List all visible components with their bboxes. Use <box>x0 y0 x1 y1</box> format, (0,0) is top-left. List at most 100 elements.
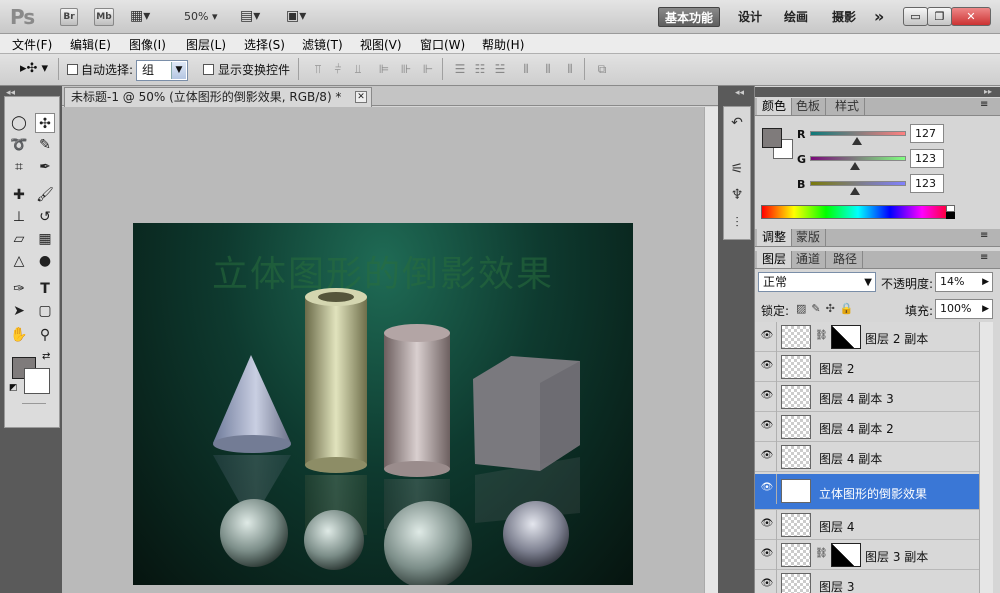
layer-row[interactable]: 👁 图层 4 副本 3 <box>755 382 979 412</box>
link-icon[interactable]: ⛓ <box>815 330 828 341</box>
document-tab[interactable]: 未标题-1 @ 50% (立体图形的倒影效果, RGB/8) * ✕ <box>64 87 372 107</box>
screen-mode-icon[interactable]: ▣▾ <box>286 8 306 24</box>
spectrum-black-swatch[interactable] <box>946 212 955 219</box>
layer-row[interactable]: 👁 ⛓ 图层 3 副本 <box>755 540 979 570</box>
brush-presets-icon[interactable]: ⚟ <box>727 158 747 180</box>
g-slider-thumb[interactable] <box>850 162 860 170</box>
layer-row[interactable]: 👁 ⛓ 图层 2 副本 <box>755 322 979 352</box>
lasso-tool-icon[interactable]: ➰ <box>9 135 29 155</box>
blend-mode-dropdown[interactable]: 正常 ▼ <box>758 272 876 292</box>
close-icon[interactable]: ✕ <box>355 91 367 103</box>
distribute-top-icon[interactable]: ☰ <box>452 62 468 76</box>
panel-menu-icon[interactable]: ≡ <box>980 252 988 263</box>
zoom-level[interactable]: 50% ▾ <box>184 10 217 23</box>
zoom-tool-icon[interactable]: ⚲ <box>35 325 55 345</box>
background-color-swatch[interactable] <box>24 368 50 394</box>
type-tool-icon[interactable]: T <box>35 279 55 299</box>
swap-colors-icon[interactable]: ⇄ <box>42 351 50 362</box>
lock-icons[interactable]: ▨✎✣🔒 <box>796 302 859 315</box>
tab-adjustments[interactable]: 调整 <box>757 229 793 246</box>
visibility-cell[interactable]: 👁 <box>755 570 777 593</box>
eye-icon[interactable]: 👁 <box>760 549 774 559</box>
color-spectrum-bar[interactable] <box>761 205 955 219</box>
default-colors-icon[interactable]: ◩ <box>9 383 18 393</box>
hand-tool-icon[interactable]: ✋ <box>9 325 29 345</box>
bridge-button[interactable]: Br <box>60 8 78 26</box>
dodge-tool-icon[interactable]: ● <box>35 251 55 271</box>
gradient-tool-icon[interactable]: ▦ <box>35 229 55 249</box>
history-panel-icon[interactable]: ↶ <box>727 112 747 134</box>
b-value-input[interactable]: 123 <box>910 174 944 193</box>
collapse-dock-icon[interactable]: ◂◂ <box>735 88 744 98</box>
view-extras-icon[interactable]: ▦▾ <box>130 8 150 24</box>
visibility-cell[interactable]: 👁 <box>755 412 777 442</box>
menu-window[interactable]: 窗口(W) <box>420 36 465 53</box>
layer-row[interactable]: 👁 T 立体图形的倒影效果 <box>755 474 979 510</box>
visibility-cell[interactable]: 👁 <box>755 442 777 472</box>
menu-file[interactable]: 文件(F) <box>12 36 52 53</box>
eye-icon[interactable]: 👁 <box>760 519 774 529</box>
align-top-icon[interactable]: ⫪ <box>310 62 326 76</box>
visibility-cell[interactable]: 👁 <box>755 382 777 412</box>
menu-layer[interactable]: 图层(L) <box>186 36 226 53</box>
clone-stamp-tool-icon[interactable]: ⊥ <box>9 207 29 227</box>
restore-button[interactable]: ❐ <box>927 7 952 26</box>
b-slider[interactable] <box>810 181 906 186</box>
align-bottom-icon[interactable]: ⫫ <box>350 62 366 76</box>
move-tool-icon[interactable]: ✣ <box>35 113 55 133</box>
eye-icon[interactable]: 👁 <box>760 579 774 589</box>
character-panel-icon[interactable]: ⫶ <box>727 212 747 234</box>
marquee-tool-icon[interactable]: ◯ <box>9 113 29 133</box>
r-value-input[interactable]: 127 <box>910 124 944 143</box>
b-slider-thumb[interactable] <box>850 187 860 195</box>
workspace-design[interactable]: 设计 <box>732 7 768 27</box>
arrange-documents-icon[interactable]: ▤▾ <box>240 8 260 24</box>
layer-row[interactable]: 👁 图层 4 副本 <box>755 442 979 472</box>
align-right-icon[interactable]: ⊩ <box>420 62 436 76</box>
history-brush-tool-icon[interactable]: ↺ <box>35 207 55 227</box>
tab-masks[interactable]: 蒙版 <box>791 229 827 246</box>
panel-menu-icon[interactable]: ≡ <box>980 230 988 241</box>
visibility-cell[interactable]: 👁 <box>755 474 777 504</box>
layer-row[interactable]: 👁 图层 2 <box>755 352 979 382</box>
crop-tool-icon[interactable]: ⌗ <box>9 157 29 177</box>
workspace-essentials[interactable]: 基本功能 <box>658 7 721 27</box>
auto-select-dropdown[interactable]: 组 ▼ <box>136 60 188 81</box>
g-value-input[interactable]: 123 <box>910 149 944 168</box>
layers-scrollbar[interactable] <box>979 322 993 593</box>
tab-styles[interactable]: 样式 <box>830 98 866 115</box>
visibility-cell[interactable]: 👁 <box>755 540 777 570</box>
minibridge-button[interactable]: Mb <box>94 8 114 26</box>
layer-row[interactable]: 👁 图层 3 <box>755 570 979 593</box>
auto-align-layers-icon[interactable]: ⧉ <box>594 62 610 76</box>
r-slider-thumb[interactable] <box>852 137 862 145</box>
document-canvas[interactable]: 立体图形的倒影效果 <box>133 223 633 585</box>
opacity-input[interactable]: 14% ▶ <box>935 272 993 292</box>
visibility-cell[interactable]: 👁 <box>755 510 777 540</box>
tab-color[interactable]: 颜色 <box>757 98 793 115</box>
eraser-tool-icon[interactable]: ▱ <box>9 229 29 249</box>
menu-edit[interactable]: 编辑(E) <box>70 36 111 53</box>
menu-select[interactable]: 选择(S) <box>244 36 285 53</box>
shape-tool-icon[interactable]: ▢ <box>35 301 55 321</box>
panel-menu-icon[interactable]: ≡ <box>980 99 988 110</box>
distribute-vcenter-icon[interactable]: ☷ <box>472 62 488 76</box>
r-slider[interactable] <box>810 131 906 136</box>
eyedropper-tool-icon[interactable]: ✒ <box>35 157 55 177</box>
brush-tool-icon[interactable]: 🖌 <box>35 185 55 205</box>
pen-tool-icon[interactable]: ✑ <box>9 279 29 299</box>
workspace-painting[interactable]: 绘画 <box>778 7 814 27</box>
blur-tool-icon[interactable]: △ <box>9 251 29 271</box>
eye-icon[interactable]: 👁 <box>760 331 774 341</box>
color-panel-foreground-swatch[interactable] <box>762 128 782 148</box>
align-vcenter-icon[interactable]: ⫩ <box>330 62 346 76</box>
distribute-right-icon[interactable]: ⦀ <box>562 62 578 76</box>
align-hcenter-icon[interactable]: ⊪ <box>398 62 414 76</box>
eye-icon[interactable]: 👁 <box>760 361 774 371</box>
move-tool-preset-icon[interactable]: ▸✣ ▾ <box>20 61 48 76</box>
menu-filter[interactable]: 滤镜(T) <box>302 36 343 53</box>
tab-channels[interactable]: 通道 <box>791 251 827 268</box>
link-icon[interactable]: ⛓ <box>815 548 828 559</box>
spectrum-white-swatch[interactable] <box>946 205 955 212</box>
auto-select-checkbox[interactable] <box>67 64 78 75</box>
